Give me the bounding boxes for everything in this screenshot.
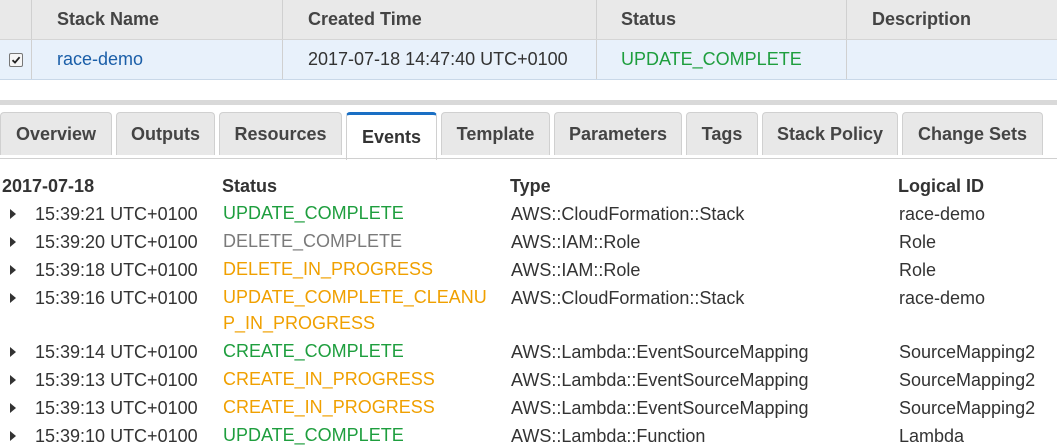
stack-status: UPDATE_COMPLETE — [597, 40, 847, 79]
tab-change-sets[interactable]: Change Sets — [902, 112, 1043, 155]
event-status: CREATE_COMPLETE — [223, 341, 404, 361]
event-status: DELETE_IN_PROGRESS — [223, 259, 434, 279]
panel-resize-divider[interactable] — [0, 100, 1057, 105]
tab-parameters[interactable]: Parameters — [554, 112, 682, 155]
event-time: 15:39:13 UTC+0100 — [35, 398, 198, 418]
stack-name-cell: race-demo — [32, 40, 283, 79]
event-type: AWS::IAM::Role — [511, 232, 641, 252]
event-status: CREATE_IN_PROGRESS — [223, 397, 435, 417]
event-logical-id: SourceMapping2 — [899, 398, 1036, 418]
event-type: AWS::Lambda::Function — [511, 426, 706, 446]
header-status[interactable]: Status — [597, 0, 847, 39]
event-logical-id: race-demo — [899, 288, 986, 308]
event-type: AWS::Lambda::EventSourceMapping — [511, 342, 809, 362]
checkbox-checked-icon[interactable] — [8, 52, 23, 67]
tab-overview[interactable]: Overview — [0, 112, 112, 155]
tab-stack-policy[interactable]: Stack Policy — [762, 112, 898, 155]
header-description[interactable]: Description — [847, 0, 1057, 39]
events-header: 2017-07-18 Status Type Logical ID — [0, 170, 1057, 200]
event-time: 15:39:14 UTC+0100 — [35, 342, 198, 362]
event-type: AWS::CloudFormation::Stack — [511, 204, 745, 224]
event-logical-id: SourceMapping2 — [899, 342, 1036, 362]
stack-description — [847, 40, 1057, 79]
event-time: 15:39:16 UTC+0100 — [35, 288, 198, 308]
tab-tags[interactable]: Tags — [686, 112, 758, 155]
event-type: AWS::Lambda::EventSourceMapping — [511, 398, 809, 418]
caret-right-icon[interactable] — [10, 265, 16, 275]
caret-right-icon[interactable] — [10, 375, 16, 385]
event-type: AWS::CloudFormation::Stack — [511, 288, 745, 308]
caret-right-icon[interactable] — [10, 431, 16, 441]
tab-outputs[interactable]: Outputs — [116, 112, 215, 155]
event-logical-id: race-demo — [899, 204, 986, 224]
event-logical-id: Role — [899, 260, 937, 280]
events-table: 2017-07-18 Status Type Logical ID 15:39:… — [0, 170, 1057, 448]
tab-resources[interactable]: Resources — [219, 112, 342, 155]
event-logical-id: Role — [899, 232, 937, 252]
event-time: 15:39:21 UTC+0100 — [35, 204, 198, 224]
events-logical-id-heading: Logical ID — [898, 176, 985, 196]
detail-tabs: Overview Outputs Resources Events Templa… — [0, 112, 1057, 160]
caret-right-icon[interactable] — [10, 209, 16, 219]
stack-name-link[interactable]: race-demo — [57, 49, 143, 70]
events-type-heading: Type — [510, 176, 551, 196]
header-select-cell — [0, 0, 32, 39]
event-logical-id: Lambda — [899, 426, 965, 446]
stack-created-time: 2017-07-18 14:47:40 UTC+0100 — [283, 40, 597, 79]
event-type: AWS::IAM::Role — [511, 260, 641, 280]
event-logical-id: SourceMapping2 — [899, 370, 1036, 390]
stack-row[interactable]: race-demo 2017-07-18 14:47:40 UTC+0100 U… — [0, 40, 1057, 80]
caret-right-icon[interactable] — [10, 403, 16, 413]
tab-underline — [0, 158, 1057, 159]
tab-template[interactable]: Template — [441, 112, 550, 155]
stack-select-cell — [0, 40, 32, 79]
event-status: UPDATE_COMPLETE — [223, 203, 404, 223]
header-stack-name[interactable]: Stack Name — [32, 0, 283, 39]
event-time: 15:39:20 UTC+0100 — [35, 232, 198, 252]
header-created-time[interactable]: Created Time — [283, 0, 597, 39]
event-status: CREATE_IN_PROGRESS — [223, 369, 435, 389]
stack-table-header: Stack Name Created Time Status Descripti… — [0, 0, 1057, 40]
event-status: UPDATE_COMPLETE_CLEANUP_IN_PROGRESS — [223, 287, 487, 333]
tab-events[interactable]: Events — [346, 112, 437, 160]
caret-right-icon[interactable] — [10, 293, 16, 303]
event-type: AWS::Lambda::EventSourceMapping — [511, 370, 809, 390]
stack-table: Stack Name Created Time Status Descripti… — [0, 0, 1057, 80]
caret-right-icon[interactable] — [10, 347, 16, 357]
event-status: UPDATE_COMPLETE — [223, 425, 404, 445]
event-status: DELETE_COMPLETE — [223, 231, 403, 251]
events-status-heading: Status — [222, 176, 278, 196]
event-time: 15:39:13 UTC+0100 — [35, 370, 198, 390]
events-date-heading: 2017-07-18 — [2, 176, 95, 196]
event-time: 15:39:10 UTC+0100 — [35, 426, 198, 446]
caret-right-icon[interactable] — [10, 237, 16, 247]
event-time: 15:39:18 UTC+0100 — [35, 260, 198, 280]
